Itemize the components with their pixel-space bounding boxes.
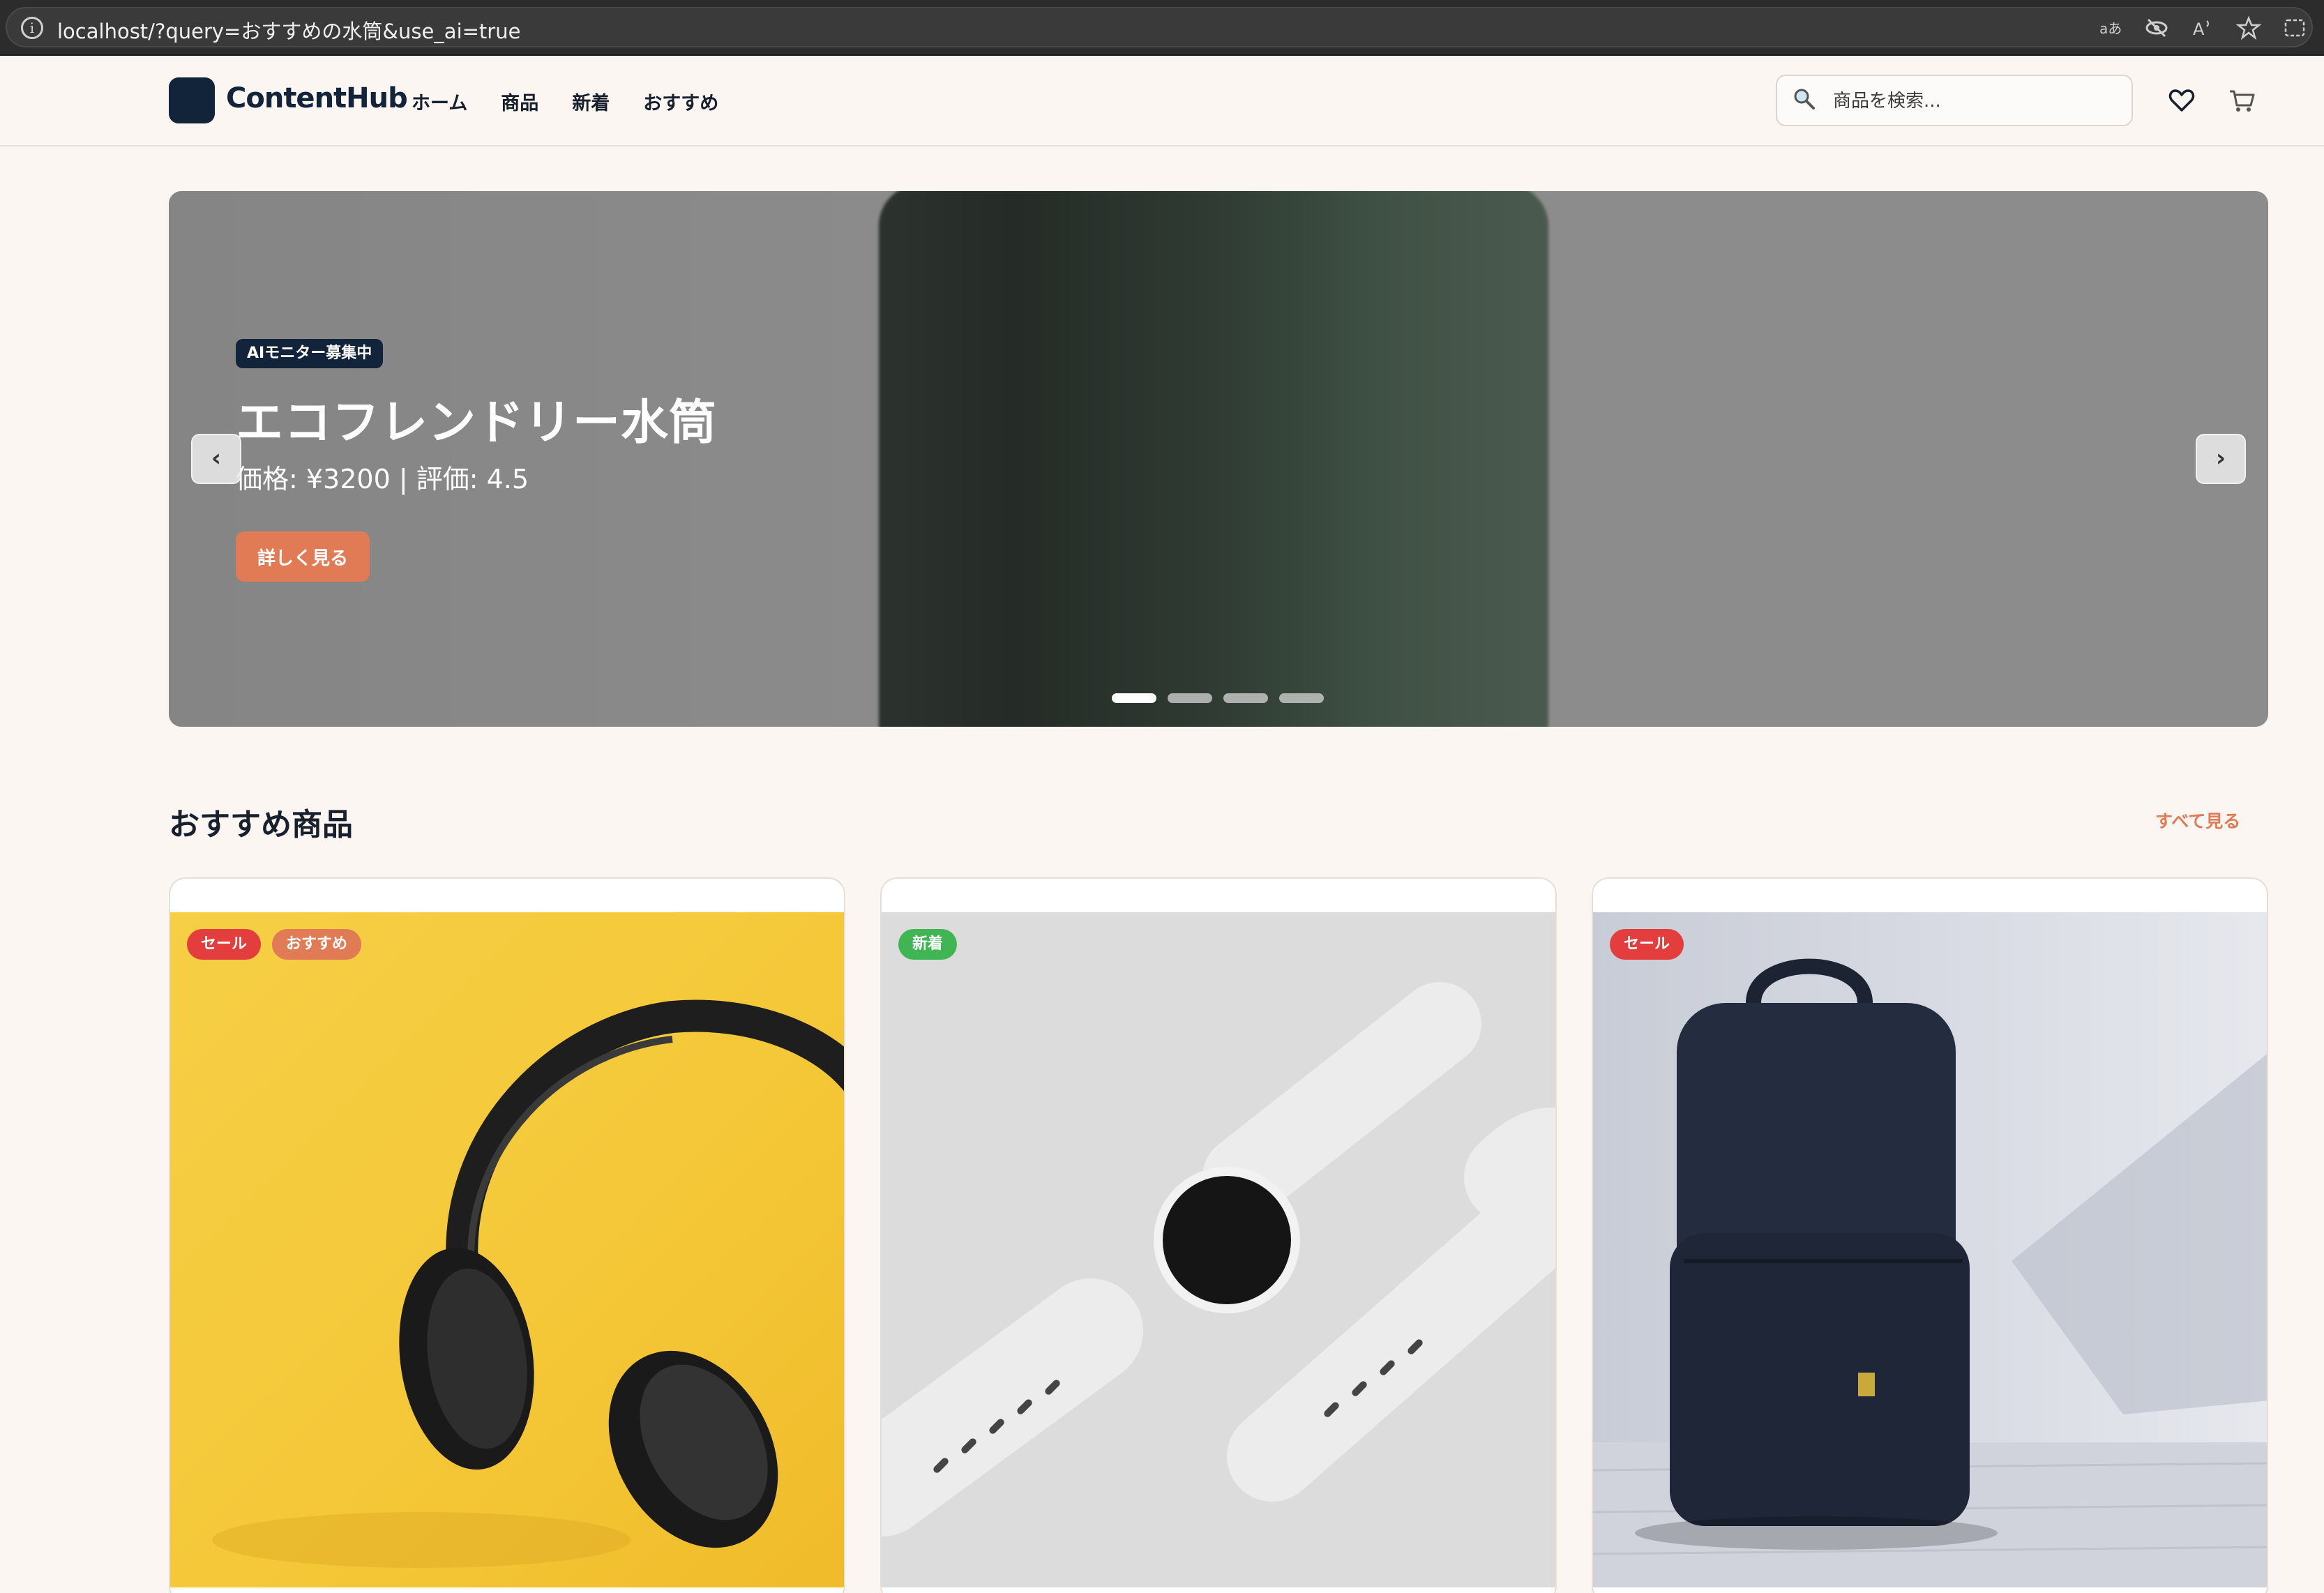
product-card[interactable]: 新着: [880, 877, 1557, 1593]
heart-icon[interactable]: [2168, 86, 2196, 114]
new-badge: 新着: [898, 929, 958, 960]
browser-toolbar: i localhost/?query=おすすめの水筒&use_ai=true a…: [0, 0, 2324, 56]
brand-name[interactable]: ContentHub: [226, 82, 408, 114]
search-box[interactable]: [1776, 75, 2133, 126]
search-input[interactable]: [1833, 86, 2119, 116]
carousel-next-button[interactable]: ›: [2196, 434, 2246, 484]
nav-home[interactable]: ホーム: [412, 88, 467, 115]
nav-recommended[interactable]: おすすめ: [643, 88, 718, 115]
nav-products[interactable]: 商品: [501, 88, 538, 115]
translate-icon[interactable]: aあ: [2098, 15, 2123, 40]
hero-subtitle: 価格: ¥3200 | 評価: 4.5: [236, 464, 529, 494]
favorite-star-icon[interactable]: [2235, 15, 2262, 40]
svg-text:aあ: aあ: [2099, 20, 2122, 37]
product-card[interactable]: セール おすすめ: [169, 877, 845, 1593]
carousel-prev-button[interactable]: ‹: [191, 434, 241, 484]
brand-logo[interactable]: [169, 77, 215, 123]
recommended-badge: おすすめ: [272, 929, 362, 960]
hero-badge: AIモニター募集中: [236, 339, 384, 368]
screenshot-icon[interactable]: [2282, 15, 2307, 40]
svg-text:A: A: [2193, 20, 2205, 39]
product-card[interactable]: セール: [1592, 877, 2268, 1593]
nav-new[interactable]: 新着: [572, 88, 610, 115]
info-icon[interactable]: i: [21, 17, 43, 39]
carousel-dot-1[interactable]: [1112, 693, 1156, 703]
read-aloud-icon[interactable]: A: [2190, 15, 2215, 40]
cart-icon[interactable]: [2228, 86, 2256, 114]
carousel-dot-3[interactable]: [1223, 693, 1268, 703]
tracking-eye-icon[interactable]: [2144, 15, 2169, 40]
product-image-backpack[interactable]: [1593, 912, 2267, 1587]
carousel-dots: [1112, 693, 1324, 703]
see-all-link[interactable]: すべて見る: [2155, 808, 2240, 833]
address-bar[interactable]: i localhost/?query=おすすめの水筒&use_ai=true a…: [6, 7, 2313, 47]
site-header: ContentHub ホーム 商品 新着 おすすめ: [0, 56, 2324, 146]
section-title: おすすめ商品: [169, 807, 353, 843]
sale-badge: セール: [1610, 929, 1684, 960]
product-image-headphones[interactable]: [170, 912, 844, 1587]
sale-badge: セール: [187, 929, 262, 960]
address-url[interactable]: localhost/?query=おすすめの水筒&use_ai=true: [57, 15, 520, 45]
product-image-smartwatch[interactable]: [882, 912, 1555, 1587]
hero-details-button[interactable]: 詳しく見る: [236, 531, 370, 582]
carousel-dot-4[interactable]: [1279, 693, 1324, 703]
hero-title: エコフレンドリー水筒: [236, 395, 718, 451]
main-nav: ホーム 商品 新着 おすすめ: [412, 88, 718, 115]
carousel-dot-2[interactable]: [1168, 693, 1212, 703]
search-icon: [1794, 89, 1815, 110]
hero-carousel: AIモニター募集中 エコフレンドリー水筒 価格: ¥3200 | 評価: 4.5…: [169, 191, 2268, 727]
